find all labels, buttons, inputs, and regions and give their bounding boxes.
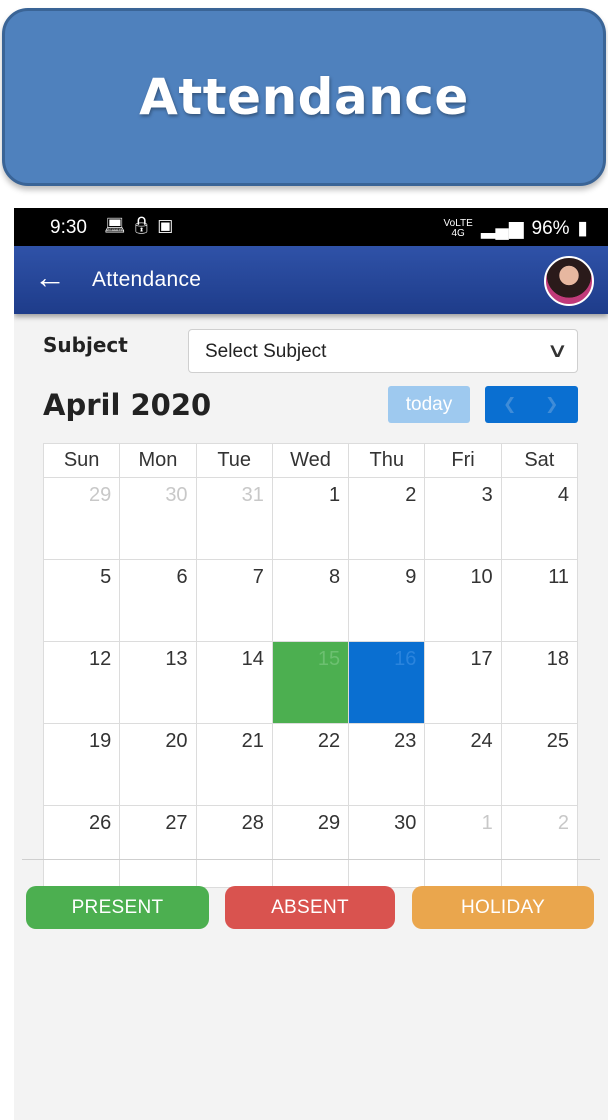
calendar-week-row: 29 30 31 1 2 3 4 bbox=[42, 477, 579, 560]
calendar-day-cell[interactable]: 12 bbox=[42, 641, 121, 724]
holiday-button[interactable]: HOLIDAY bbox=[412, 886, 594, 929]
calendar-day-cell[interactable]: 1 bbox=[424, 805, 502, 888]
avatar[interactable] bbox=[544, 256, 594, 306]
arrow-left-icon[interactable]: ← bbox=[34, 260, 66, 294]
calendar-day-cell[interactable]: 30 bbox=[348, 805, 426, 888]
subject-select-value: Select Subject bbox=[205, 341, 327, 362]
status-right: VoLTE 4G ▂▄▆ 96% ▮ bbox=[444, 217, 588, 240]
absent-button[interactable]: ABSENT bbox=[225, 886, 395, 929]
calendar-day-cell[interactable]: 14 bbox=[195, 641, 273, 724]
calendar-day-cell[interactable]: 29 bbox=[42, 477, 121, 560]
calendar-week-row: 26 27 28 29 30 1 2 bbox=[42, 805, 579, 888]
calendar-day-cell[interactable]: 26 bbox=[42, 805, 121, 888]
calendar-day-cell[interactable]: 20 bbox=[119, 723, 197, 806]
status-time: 9:30 bbox=[50, 217, 87, 238]
calendar-day-cell[interactable]: 6 bbox=[119, 559, 197, 642]
calendar-day-cell[interactable]: 19 bbox=[42, 723, 121, 806]
weekday-header: Tue bbox=[195, 443, 273, 478]
calendar-week-row: 12 13 14 15 16 17 18 bbox=[42, 641, 579, 724]
weekday-header: Sun bbox=[42, 443, 121, 478]
subject-select[interactable]: Select Subject ∨ bbox=[188, 329, 578, 373]
today-button[interactable]: today bbox=[388, 386, 470, 423]
calendar-day-present[interactable]: 15 bbox=[271, 641, 350, 724]
calendar-day-cell[interactable]: 5 bbox=[42, 559, 121, 642]
calendar-day-cell[interactable]: 18 bbox=[500, 641, 579, 724]
divider bbox=[22, 859, 600, 860]
calendar-day-cell[interactable]: 7 bbox=[195, 559, 273, 642]
status-bar: 9:30 💻︎🔒︎▣ VoLTE 4G ▂▄▆ 96% ▮ bbox=[14, 208, 608, 246]
calendar-day-cell[interactable]: 22 bbox=[271, 723, 350, 806]
banner-title: Attendance bbox=[139, 68, 469, 126]
calendar-day-cell[interactable]: 4 bbox=[500, 477, 579, 560]
chevron-down-icon: ∨ bbox=[546, 340, 569, 362]
calendar-day-cell[interactable]: 29 bbox=[271, 805, 350, 888]
battery-level: 96% bbox=[531, 217, 570, 239]
month-nav-group: ❮ ❯ bbox=[485, 386, 578, 423]
phone-screen: 9:30 💻︎🔒︎▣ VoLTE 4G ▂▄▆ 96% ▮ ← Attendanc… bbox=[14, 208, 608, 1120]
calendar-day-cell[interactable]: 27 bbox=[119, 805, 197, 888]
signal-icon: ▂▄▆ bbox=[480, 218, 524, 239]
laptop-icon: 💻︎ bbox=[104, 216, 131, 235]
calendar-day-cell[interactable]: 10 bbox=[424, 559, 502, 642]
calendar-week-row: 5 6 7 8 9 10 11 bbox=[42, 559, 579, 642]
subject-label: Subject bbox=[43, 333, 128, 357]
calendar-day-cell[interactable]: 13 bbox=[119, 641, 197, 724]
status-icons: 💻︎🔒︎▣ bbox=[104, 216, 178, 236]
weekday-header: Fri bbox=[424, 443, 502, 478]
lock-icon: 🔒︎ bbox=[130, 216, 158, 235]
app-bar-title: Attendance bbox=[92, 268, 202, 291]
calendar-grid: Sun Mon Tue Wed Thu Fri Sat 29 30 31 1 2… bbox=[42, 443, 579, 888]
calendar-day-cell[interactable]: 9 bbox=[348, 559, 426, 642]
calendar-day-cell[interactable]: 8 bbox=[271, 559, 350, 642]
chevron-left-icon[interactable]: ❮ bbox=[503, 394, 516, 414]
calendar-day-cell[interactable]: 23 bbox=[348, 723, 426, 806]
calendar-day-cell[interactable]: 1 bbox=[271, 477, 350, 560]
calendar-day-cell[interactable]: 17 bbox=[424, 641, 502, 724]
wifi-icon: ▣ bbox=[157, 216, 179, 235]
weekday-header-row: Sun Mon Tue Wed Thu Fri Sat bbox=[42, 443, 579, 478]
weekday-header: Mon bbox=[119, 443, 197, 478]
calendar-day-cell[interactable]: 11 bbox=[500, 559, 579, 642]
calendar-day-cell[interactable]: 3 bbox=[424, 477, 502, 560]
calendar-day-cell[interactable]: 30 bbox=[119, 477, 197, 560]
calendar-day-cell[interactable]: 2 bbox=[348, 477, 426, 560]
calendar-day-cell[interactable]: 2 bbox=[500, 805, 579, 888]
calendar-day-selected[interactable]: 16 bbox=[348, 641, 426, 724]
network-indicator: VoLTE 4G bbox=[443, 217, 473, 239]
calendar-week-row: 19 20 21 22 23 24 25 bbox=[42, 723, 579, 806]
weekday-header: Sat bbox=[500, 443, 579, 478]
calendar-day-cell[interactable]: 25 bbox=[500, 723, 579, 806]
month-title: April 2020 bbox=[43, 388, 212, 422]
calendar-day-cell[interactable]: 24 bbox=[424, 723, 502, 806]
calendar-day-cell[interactable]: 28 bbox=[195, 805, 273, 888]
calendar-day-cell[interactable]: 31 bbox=[195, 477, 273, 560]
weekday-header: Wed bbox=[271, 443, 350, 478]
page-banner: Attendance bbox=[2, 8, 606, 186]
app-bar: ← Attendance bbox=[14, 246, 608, 314]
battery-icon: ▮ bbox=[577, 218, 588, 239]
present-button[interactable]: PRESENT bbox=[26, 886, 209, 929]
weekday-header: Thu bbox=[348, 443, 426, 478]
chevron-right-icon[interactable]: ❯ bbox=[545, 394, 558, 414]
calendar-day-cell[interactable]: 21 bbox=[195, 723, 273, 806]
